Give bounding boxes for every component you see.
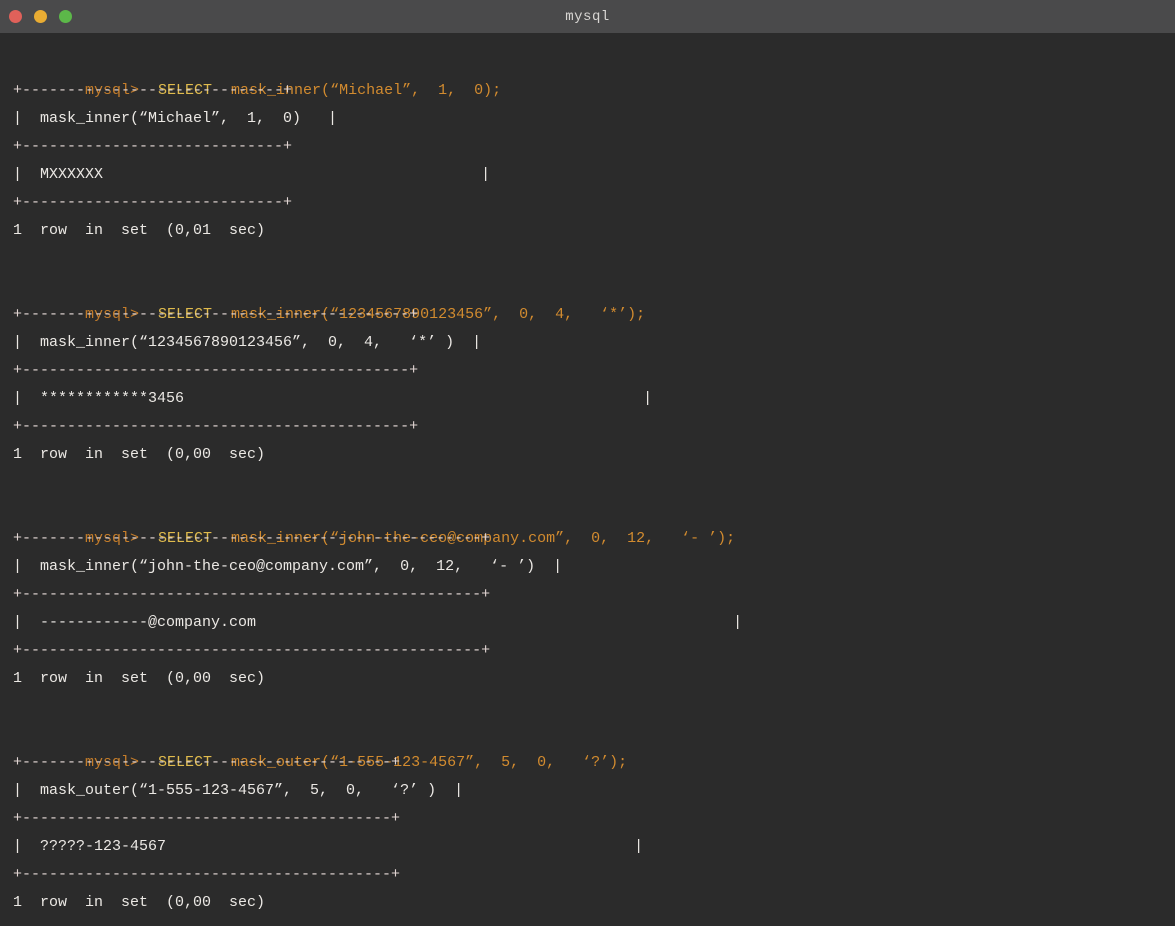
table-result-row: | ------------@company.com | [13, 609, 1175, 637]
table-border: +---------------------------------------… [13, 357, 1175, 385]
table-border: +-----------------------------+ [13, 77, 1175, 105]
status-line: 1 row in set (0,00 sec) [13, 665, 1175, 693]
table-header-row: | mask_inner(“john-the-ceo@company.com”,… [13, 553, 1175, 581]
query-block-4: mysql>SELECTmask_outer(“1-555-123-4567”,… [13, 721, 1175, 917]
table-result-row: | ************3456 | [13, 385, 1175, 413]
status-line: 1 row in set (0,01 sec) [13, 217, 1175, 245]
table-border: +---------------------------------------… [13, 637, 1175, 665]
window-title: mysql [565, 9, 610, 25]
query-block-1: mysql>SELECTmask_inner(“Michael”, 1, 0);… [13, 49, 1175, 245]
prompt-line: mysql>SELECTmask_inner(“john-the-ceo@com… [13, 497, 1175, 525]
table-border: +-----------------------------+ [13, 189, 1175, 217]
terminal-output: mysql>SELECTmask_inner(“Michael”, 1, 0);… [0, 33, 1175, 926]
table-border: +---------------------------------------… [13, 581, 1175, 609]
table-header-row: | mask_inner(“Michael”, 1, 0) | [13, 105, 1175, 133]
table-result-row: | ?????-123-4567 | [13, 833, 1175, 861]
table-border: +-----------------------------+ [13, 133, 1175, 161]
status-line: 1 row in set (0,00 sec) [13, 889, 1175, 917]
window-controls [9, 0, 72, 33]
zoom-button[interactable] [59, 10, 72, 23]
table-border: +---------------------------------------… [13, 861, 1175, 889]
table-border: +---------------------------------------… [13, 413, 1175, 441]
prompt-line: mysql>SELECTmask_inner(“Michael”, 1, 0); [13, 49, 1175, 77]
terminal-window: mysql mysql>SELECTmask_inner(“Michael”, … [0, 0, 1175, 926]
close-button[interactable] [9, 10, 22, 23]
minimize-button[interactable] [34, 10, 47, 23]
query-block-3: mysql>SELECTmask_inner(“john-the-ceo@com… [13, 497, 1175, 693]
query-block-2: mysql>SELECTmask_inner(“1234567890123456… [13, 273, 1175, 469]
prompt-line: mysql>SELECTmask_inner(“1234567890123456… [13, 273, 1175, 301]
status-line: 1 row in set (0,00 sec) [13, 441, 1175, 469]
table-result-row: | MXXXXXX | [13, 161, 1175, 189]
table-border: +---------------------------------------… [13, 805, 1175, 833]
titlebar: mysql [0, 0, 1175, 33]
prompt-line: mysql>SELECTmask_outer(“1-555-123-4567”,… [13, 721, 1175, 749]
table-header-row: | mask_inner(“1234567890123456”, 0, 4, ‘… [13, 329, 1175, 357]
table-header-row: | mask_outer(“1-555-123-4567”, 5, 0, ‘?’… [13, 777, 1175, 805]
